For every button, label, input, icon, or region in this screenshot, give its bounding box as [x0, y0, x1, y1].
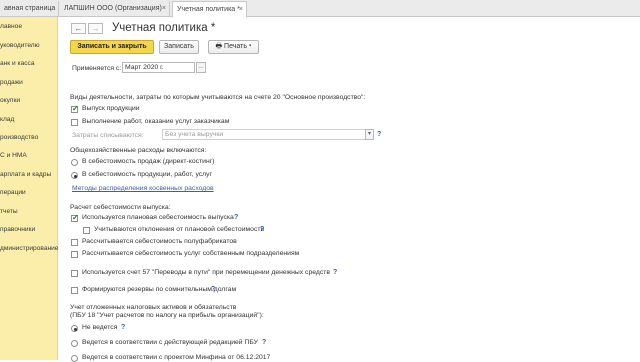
planned-cost-label: Используется плановая себестоимость выпу… [82, 214, 234, 221]
sidebar-item-sales[interactable]: родажи [0, 77, 23, 89]
arrow-right-icon: → [91, 24, 100, 33]
help-icon[interactable]: ? [260, 226, 264, 233]
sales-cost-label: В себестоимость продаж (директ-костинг) [82, 158, 215, 165]
close-icon[interactable]: × [162, 1, 166, 16]
tab-label: ЛАПШИН ООО (Организация) [64, 5, 162, 12]
tab-label: авная страница [4, 5, 56, 12]
semi-finished-label: Рассчитывается себестоимость полуфабрика… [82, 238, 237, 245]
tab-accounting-policy[interactable]: Учетная политика * × [172, 1, 247, 18]
services-label: Выполнение работ, оказание услуг заказчи… [82, 118, 230, 125]
sidebar-item-fixed-assets[interactable]: С и НМА [0, 150, 27, 162]
costs-label: Затраты списываются: [72, 132, 144, 139]
applies-from-input[interactable]: Март 2020 г. [122, 62, 195, 73]
services-checkbox[interactable] [71, 119, 78, 126]
page-title: Учетная политика * [112, 22, 216, 34]
overhead-header: Общехозяйственные расходы включаются: [70, 147, 207, 154]
deviations-checkbox[interactable] [83, 227, 90, 234]
back-button[interactable]: ← [71, 23, 86, 34]
not-kept-radio[interactable] [71, 325, 78, 332]
applies-from-select-button[interactable]: ... [196, 62, 206, 73]
help-icon[interactable]: ? [377, 131, 381, 138]
printer-icon: 🖶 [215, 43, 223, 50]
form-area: ← → Учетная политика * Записать и закрыт… [58, 17, 640, 362]
distribution-methods-link[interactable]: Методы распределения косвенных расходов [72, 185, 214, 192]
chevron-down-icon: ▾ [248, 43, 252, 50]
activities-header: Виды деятельности, затраты по которым уч… [70, 94, 366, 101]
forward-button[interactable]: → [88, 23, 103, 34]
help-icon[interactable]: ? [211, 286, 215, 293]
print-label: Печать [224, 43, 247, 50]
account57-label: Используется счет 57 "Переводы в пути" п… [82, 269, 330, 276]
help-icon[interactable]: ? [333, 269, 337, 276]
sidebar-item-operations[interactable]: перации [0, 187, 26, 199]
deviations-label: Учитываются отклонения от плановой себес… [94, 226, 265, 233]
sidebar-item-purchases[interactable]: окупки [0, 95, 20, 107]
print-button[interactable]: 🖶 Печать ▾ [208, 40, 259, 54]
tab-home[interactable]: авная страница [0, 1, 59, 17]
save-button[interactable]: Записать [159, 40, 199, 54]
costs-select[interactable]: Без учета выручки [162, 129, 368, 140]
own-services-checkbox[interactable] [71, 251, 78, 258]
sidebar-item-bank[interactable]: анк и касса [0, 58, 35, 70]
sidebar-item-main[interactable]: лавное [0, 21, 22, 33]
output-checkbox[interactable] [71, 104, 79, 113]
arrow-left-icon: ← [74, 24, 83, 33]
applies-from-label: Применяется с: [72, 65, 122, 72]
chevron-down-icon[interactable]: ▾ [365, 129, 374, 140]
sidebar-item-salary[interactable]: арплата и кадры [0, 169, 51, 181]
tab-bar: авная страница ЛАПШИН ООО (Организация) … [0, 0, 640, 18]
save-and-close-button[interactable]: Записать и закрыть [70, 40, 154, 54]
sidebar-item-reports[interactable]: тчеты [0, 206, 18, 218]
calc-header: Расчет себестоимости выпуска: [70, 204, 171, 211]
reserves-checkbox[interactable] [71, 287, 78, 294]
help-icon[interactable]: ? [262, 339, 266, 346]
semi-finished-checkbox[interactable] [71, 239, 78, 246]
not-kept-label: Не ведется [82, 324, 118, 331]
planned-cost-checkbox[interactable] [71, 213, 79, 222]
current-pbu-label: Ведется в соответствии с действующей ред… [82, 339, 258, 346]
own-services-label: Рассчитывается себестоимость услуг собст… [82, 250, 300, 257]
tab-organization[interactable]: ЛАПШИН ООО (Организация) × [60, 1, 170, 17]
tax-header-line2: (ПБУ 18 "Учет расчетов по налогу на приб… [70, 312, 264, 319]
sidebar-item-admin[interactable]: дминистрирование [0, 243, 58, 255]
account57-checkbox[interactable] [71, 270, 78, 277]
sidebar-item-catalogs[interactable]: правочники [0, 224, 35, 236]
product-cost-radio[interactable] [71, 172, 78, 179]
sidebar: лавное уководителю анк и касса родажи ок… [0, 17, 58, 360]
tab-label: Учетная политика * [177, 6, 240, 13]
sidebar-item-production[interactable]: роизводство [0, 132, 38, 144]
product-cost-label: В себестоимость продукции, работ, услуг [82, 171, 213, 178]
current-pbu-radio[interactable] [71, 340, 78, 347]
close-icon[interactable]: × [239, 2, 243, 17]
tax-header-line1: Учет отложенных налоговых активов и обяз… [70, 304, 237, 311]
sidebar-item-director[interactable]: уководителю [0, 40, 40, 52]
help-icon[interactable]: ? [234, 214, 238, 221]
sales-cost-radio[interactable] [71, 159, 78, 166]
sidebar-item-warehouse[interactable]: клад [0, 114, 14, 126]
help-icon[interactable]: ? [121, 324, 125, 331]
draft-radio[interactable] [71, 355, 78, 362]
output-label: Выпуск продукции [82, 105, 140, 112]
